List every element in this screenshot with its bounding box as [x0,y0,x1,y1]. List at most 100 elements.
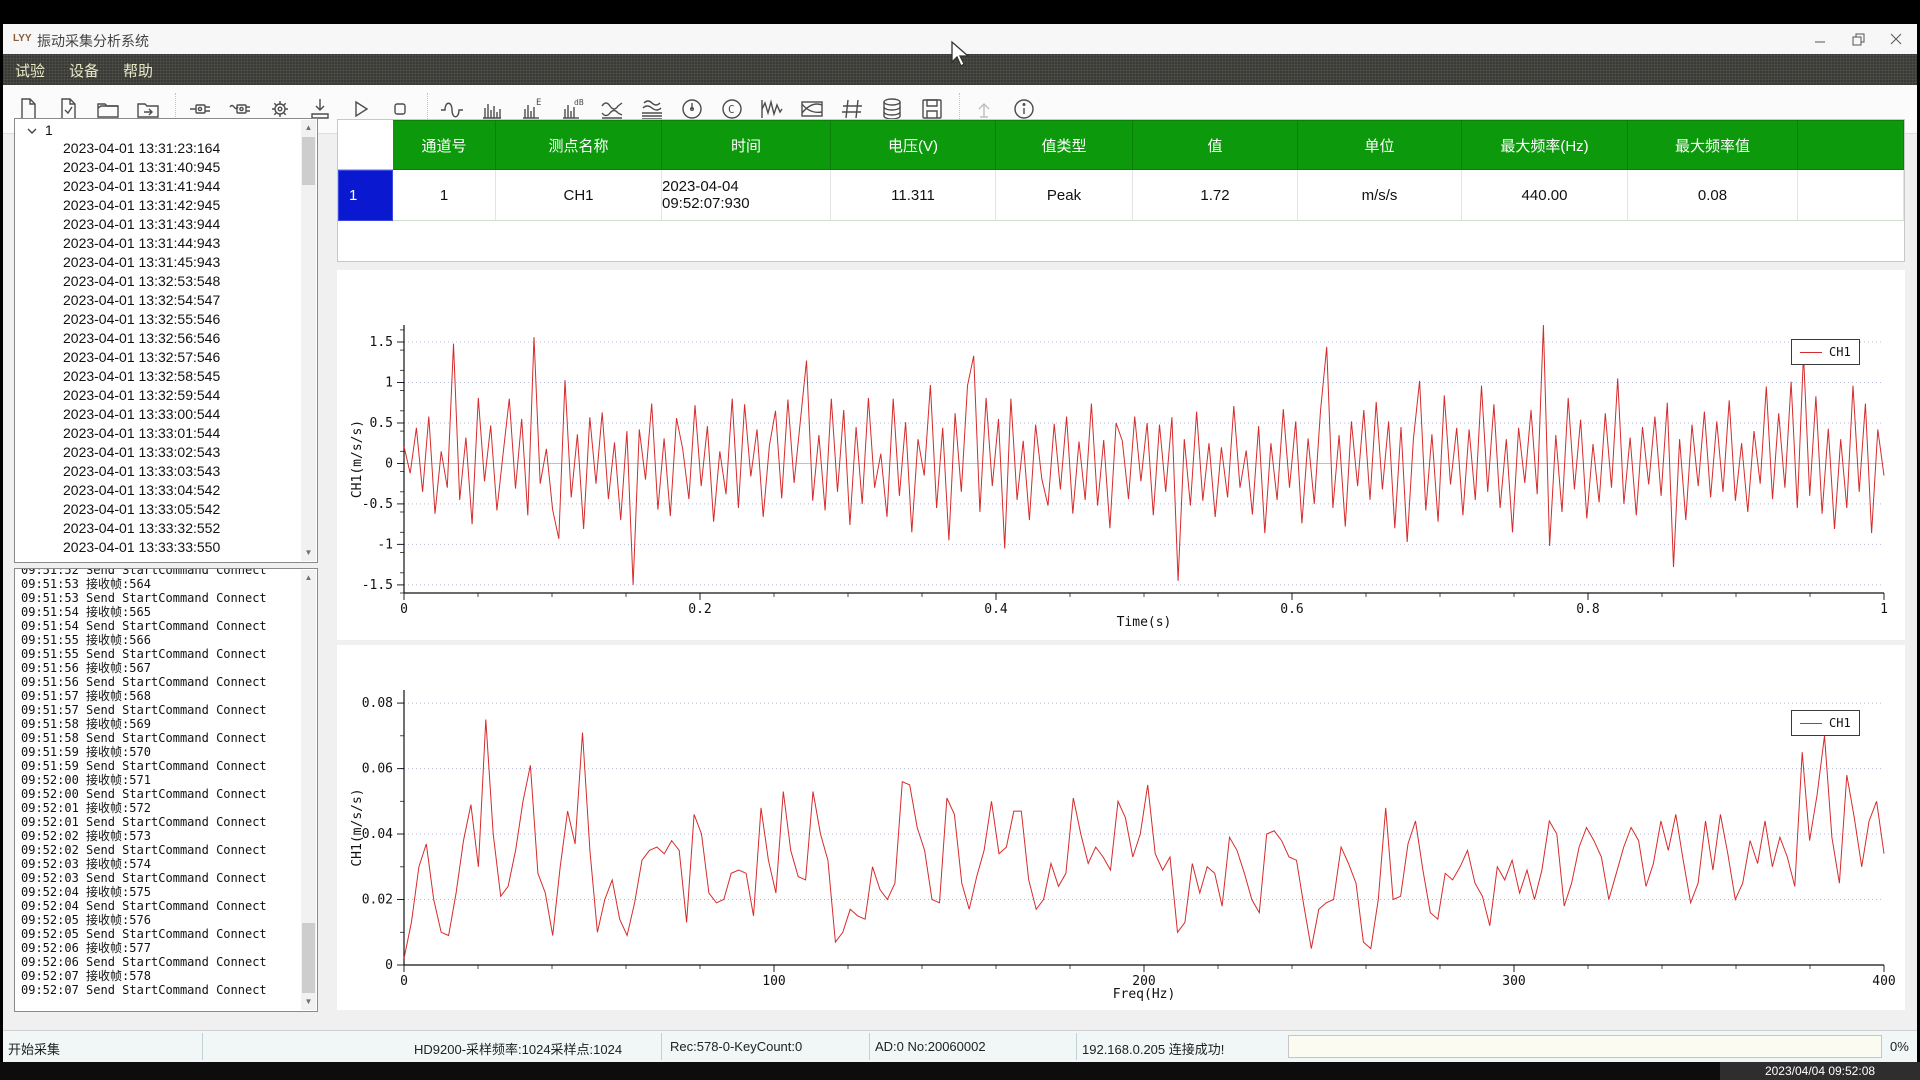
tree-item[interactable]: 2023-04-01 13:32:59:544 [15,386,317,405]
scroll-down-icon[interactable]: ▼ [301,994,316,1010]
tree-item[interactable]: 2023-04-01 13:33:01:544 [15,424,317,443]
menu-item[interactable]: 设备 [57,54,111,85]
table-cell-empty [1798,170,1904,221]
log-line: 09:52:02 Send StartCommand Connect [15,843,317,857]
log-line: 09:52:01 Send StartCommand Connect [15,815,317,829]
svg-text:0.6: 0.6 [1280,602,1303,617]
column-header: 最大频率值 [1628,120,1798,170]
restore-button[interactable] [1841,24,1875,54]
log-line: 09:52:06 Send StartCommand Connect [15,955,317,969]
tree-item[interactable]: 2023-04-01 13:31:44:943 [15,234,317,253]
tree-item[interactable]: 2023-04-01 13:33:02:543 [15,443,317,462]
scrollbar-thumb[interactable] [302,923,315,993]
table-cell[interactable]: 440.00 [1462,170,1628,221]
menu-item[interactable]: 试验 [3,54,57,85]
table-cell[interactable]: 0.08 [1628,170,1798,221]
column-header-empty [1798,120,1904,170]
log-line: 09:52:06 接收帧:577 [15,941,317,955]
legend-line-swatch [1800,352,1822,353]
tree-item[interactable]: 2023-04-01 13:32:58:545 [15,367,317,386]
chevron-down-icon [27,127,37,135]
close-button[interactable] [1879,24,1913,54]
tree-item[interactable]: 2023-04-01 13:33:00:544 [15,405,317,424]
log-line: 09:52:07 Send StartCommand Connect [15,983,317,997]
scrollbar-thumb[interactable] [302,137,315,185]
column-header: 值类型 [996,120,1133,170]
scroll-up-icon[interactable]: ▲ [301,570,316,586]
table-cell[interactable]: m/s/s [1298,170,1462,221]
tree-item[interactable]: 2023-04-01 13:33:03:543 [15,462,317,481]
svg-text:0.2: 0.2 [688,602,711,617]
status-device: HD9200-采样频率:1024采样点:1024 [414,1039,622,1058]
log-line: 09:51:52 Send StartCommand Connect [15,568,317,577]
column-header: 值 [1133,120,1298,170]
tree-item[interactable]: 2023-04-01 13:32:55:546 [15,310,317,329]
table-cell[interactable]: 2023-04-04 09:52:07:930 [662,170,831,221]
tree-root-node[interactable]: 1 [15,119,317,139]
log-line: 09:51:58 接收帧:569 [15,717,317,731]
log-line: 09:51:57 接收帧:568 [15,689,317,703]
log-line: 09:51:57 Send StartCommand Connect [15,703,317,717]
table-cell[interactable]: CH1 [496,170,662,221]
tree-item[interactable]: 2023-04-01 13:32:53:548 [15,272,317,291]
log-panel: 09:51:52 Send StartCommand Connect09:51:… [14,568,318,1012]
tree-scrollbar[interactable]: ▲ ▼ [301,120,316,561]
tree-item[interactable]: 2023-04-01 13:33:32:552 [15,519,317,538]
tree-item[interactable]: 2023-04-01 13:33:33:550 [15,538,317,557]
log-line: 09:51:53 接收帧:564 [15,577,317,591]
minimize-button[interactable] [1803,24,1837,54]
log-line: 09:51:54 接收帧:565 [15,605,317,619]
mouse-cursor [950,40,972,68]
log-line: 09:52:03 接收帧:574 [15,857,317,871]
tree-item[interactable]: 2023-04-01 13:31:41:944 [15,177,317,196]
status-separator [869,1033,870,1060]
column-header: 单位 [1298,120,1462,170]
table-cell[interactable]: Peak [996,170,1133,221]
tree-item[interactable]: 2023-04-01 13:31:42:945 [15,196,317,215]
menu-item[interactable]: 帮助 [111,54,165,85]
svg-text:1: 1 [1880,602,1888,617]
measurement-table: 通道号 测点名称 时间 电压(V) 值类型 值 单位 最大频率(Hz) 最大频率… [337,119,1905,262]
tree-item[interactable]: 2023-04-01 13:32:56:546 [15,329,317,348]
tree-item[interactable]: 2023-04-01 13:32:54:547 [15,291,317,310]
table-header-row: 通道号 测点名称 时间 电压(V) 值类型 值 单位 最大频率(Hz) 最大频率… [338,120,1904,170]
status-record: Rec:578-0-KeyCount:0 [670,1039,802,1054]
table-row[interactable]: 1 1 CH1 2023-04-04 09:52:07:930 11.311 P… [338,170,1904,221]
svg-text:dB: dB [574,98,584,107]
tree-item[interactable]: 2023-04-01 13:33:04:542 [15,481,317,500]
log-line: 09:51:56 接收帧:567 [15,661,317,675]
log-line: 09:52:00 Send StartCommand Connect [15,787,317,801]
svg-text:0.08: 0.08 [362,696,393,711]
time-graph-plot[interactable]: 1.510.50-0.5-1-1.500.20.40.60.81Time(s)C… [337,270,1905,640]
corner-header-cell [338,120,393,170]
scroll-down-icon[interactable]: ▼ [301,545,316,561]
svg-text:E: E [536,98,541,108]
status-separator [661,1033,662,1060]
table-cell[interactable]: 1.72 [1133,170,1298,221]
svg-text:-1.5: -1.5 [362,578,393,593]
freq-graph-plot[interactable]: 00.020.040.060.080100200300400Freq(Hz)CH… [337,645,1905,1010]
freq-graph-legend: CH1 [1791,710,1860,736]
svg-text:0: 0 [385,457,393,472]
tree-item[interactable]: 2023-04-01 13:31:40:945 [15,158,317,177]
table-cell[interactable]: 11.311 [831,170,996,221]
tree-item[interactable]: 2023-04-01 13:31:23:164 [15,139,317,158]
svg-text:0.5: 0.5 [370,416,393,431]
scroll-up-icon[interactable]: ▲ [301,120,316,136]
column-header: 测点名称 [496,120,662,170]
log-scrollbar[interactable]: ▲ ▼ [301,570,316,1010]
tree-item[interactable]: 2023-04-01 13:31:43:944 [15,215,317,234]
row-index-cell[interactable]: 1 [338,170,393,221]
column-header: 最大频率(Hz) [1462,120,1628,170]
status-acquisition: 开始采集 [8,1039,60,1058]
tree-item[interactable]: 2023-04-01 13:33:05:542 [15,500,317,519]
taskbar: 2023/04/04 09:52:08 [0,1062,1920,1080]
log-line: 09:51:59 Send StartCommand Connect [15,759,317,773]
log-line: 09:52:05 Send StartCommand Connect [15,927,317,941]
table-cell[interactable]: 1 [393,170,496,221]
svg-text:0.4: 0.4 [984,602,1008,617]
svg-text:100: 100 [762,974,785,989]
tree-item[interactable]: 2023-04-01 13:32:57:546 [15,348,317,367]
svg-text:CH1(m/s/s): CH1(m/s/s) [350,788,365,866]
tree-item[interactable]: 2023-04-01 13:31:45:943 [15,253,317,272]
